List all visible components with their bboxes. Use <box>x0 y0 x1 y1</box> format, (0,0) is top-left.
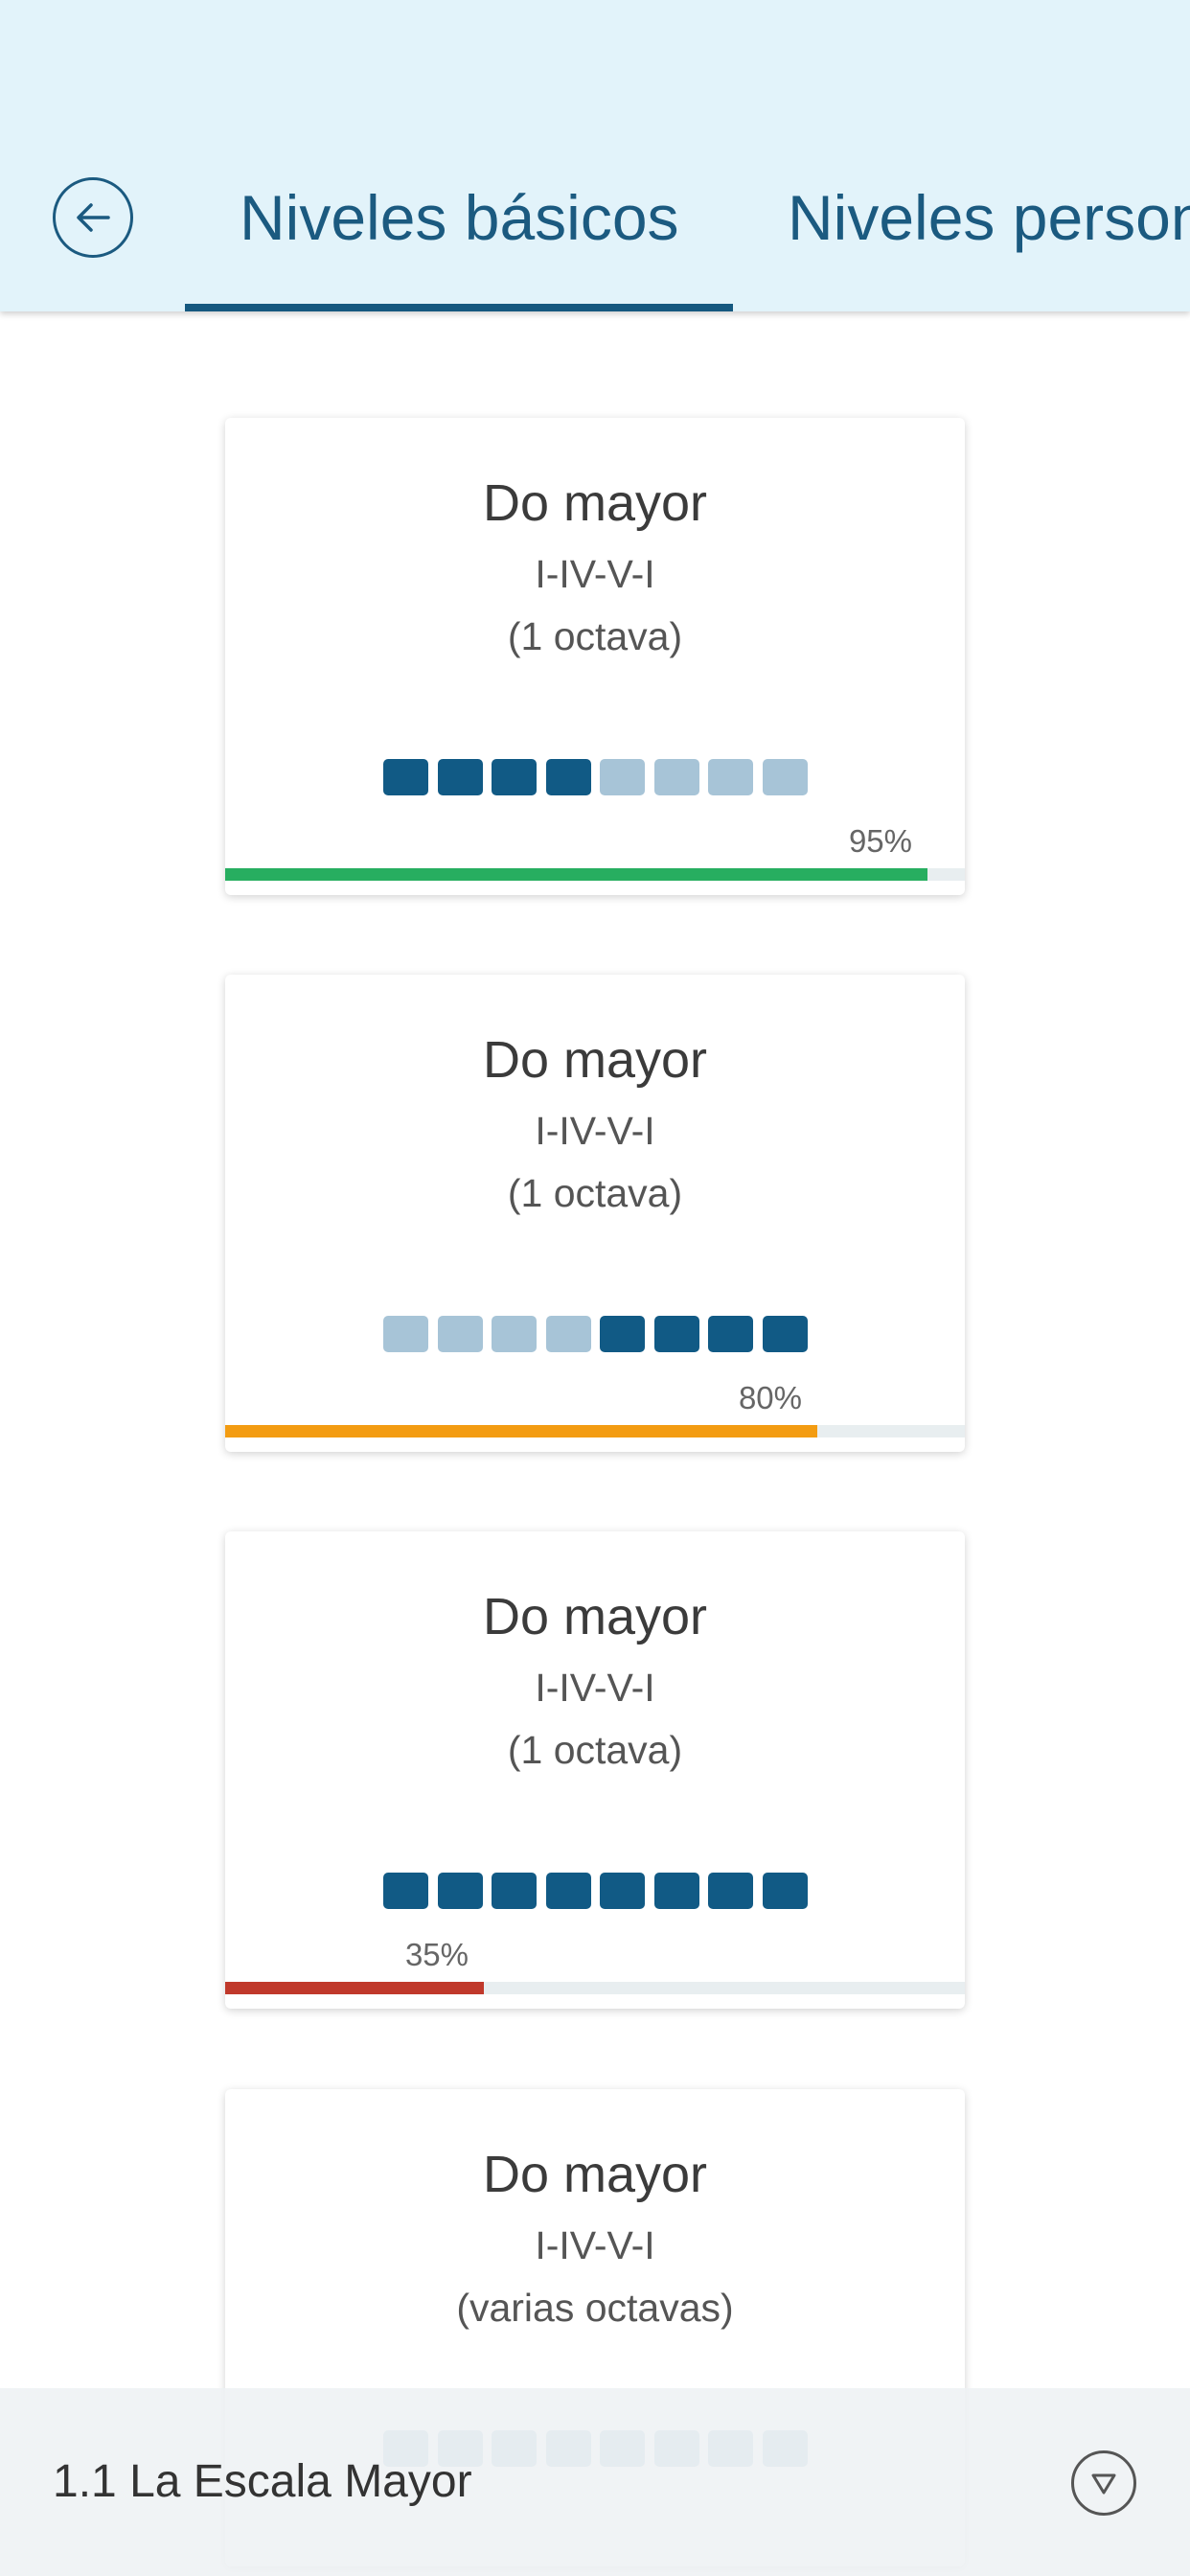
tab-custom-levels[interactable]: Niveles personalizados <box>788 172 1190 263</box>
level-title: Do mayor <box>482 474 708 532</box>
exercise-square <box>437 1316 483 1352</box>
exercise-square <box>600 759 645 795</box>
active-tab-indicator <box>185 304 733 311</box>
exercise-square <box>762 1316 808 1352</box>
exercise-square <box>545 1873 591 1909</box>
level-progression: I-IV-V-I <box>535 1109 655 1153</box>
exercise-square <box>545 1316 591 1352</box>
tab-basic-levels[interactable]: Niveles básicos <box>240 172 679 263</box>
level-card[interactable]: Do mayor I-IV-V-I (1 octava) 95% <box>225 418 965 895</box>
back-button[interactable] <box>53 177 133 258</box>
exercise-square <box>762 1873 808 1909</box>
progress-fill <box>225 868 927 881</box>
level-octaves: (1 octava) <box>507 1728 683 1772</box>
progress-percent: 35% <box>404 1937 469 1972</box>
top-tab-bar: Niveles básicos Niveles personalizados <box>0 0 1190 311</box>
triangle-down-icon <box>1091 2473 1116 2495</box>
progress-track <box>225 1425 965 1438</box>
section-dropdown-button[interactable] <box>1071 2450 1136 2516</box>
level-octaves: (1 octava) <box>507 614 683 658</box>
level-progression: I-IV-V-I <box>535 552 655 596</box>
exercise-square <box>492 1873 537 1909</box>
exercise-squares <box>383 1316 809 1352</box>
exercise-square <box>708 1316 753 1352</box>
level-octaves: (varias octavas) <box>456 2286 734 2330</box>
exercise-square <box>653 759 699 795</box>
exercise-square <box>600 1873 645 1909</box>
exercise-squares <box>383 1873 809 1909</box>
arrow-left-icon <box>77 203 110 232</box>
progress-percent: 80% <box>738 1380 802 1415</box>
exercise-square <box>708 759 753 795</box>
level-title: Do mayor <box>482 1031 708 1089</box>
exercise-square <box>653 1316 699 1352</box>
progress-track <box>225 1982 965 1994</box>
exercise-square <box>545 759 591 795</box>
exercise-square <box>383 1316 428 1352</box>
level-card[interactable]: Do mayor I-IV-V-I (1 octava) 35% <box>225 1531 965 2009</box>
exercise-square <box>492 1316 537 1352</box>
exercise-square <box>762 759 808 795</box>
exercise-square <box>437 1873 483 1909</box>
exercise-square <box>437 759 483 795</box>
level-octaves: (1 octava) <box>507 1171 683 1215</box>
exercise-squares <box>383 759 809 795</box>
progress-percent: 95% <box>848 823 912 859</box>
level-title: Do mayor <box>482 2146 708 2203</box>
progress-fill <box>225 1982 484 1994</box>
progress-track <box>225 868 965 881</box>
section-title: 1.1 La Escala Mayor <box>53 2456 472 2507</box>
exercise-square <box>492 759 537 795</box>
level-card[interactable]: Do mayor I-IV-V-I (1 octava) 80% <box>225 975 965 1452</box>
exercise-square <box>383 759 428 795</box>
level-title: Do mayor <box>482 1588 708 1645</box>
level-progression: I-IV-V-I <box>535 1666 655 1710</box>
exercise-square <box>653 1873 699 1909</box>
exercise-square <box>708 1873 753 1909</box>
exercise-square <box>600 1316 645 1352</box>
section-footer: 1.1 La Escala Mayor <box>0 2388 1190 2576</box>
exercise-square <box>383 1873 428 1909</box>
level-progression: I-IV-V-I <box>535 2223 655 2267</box>
progress-fill <box>225 1425 817 1438</box>
